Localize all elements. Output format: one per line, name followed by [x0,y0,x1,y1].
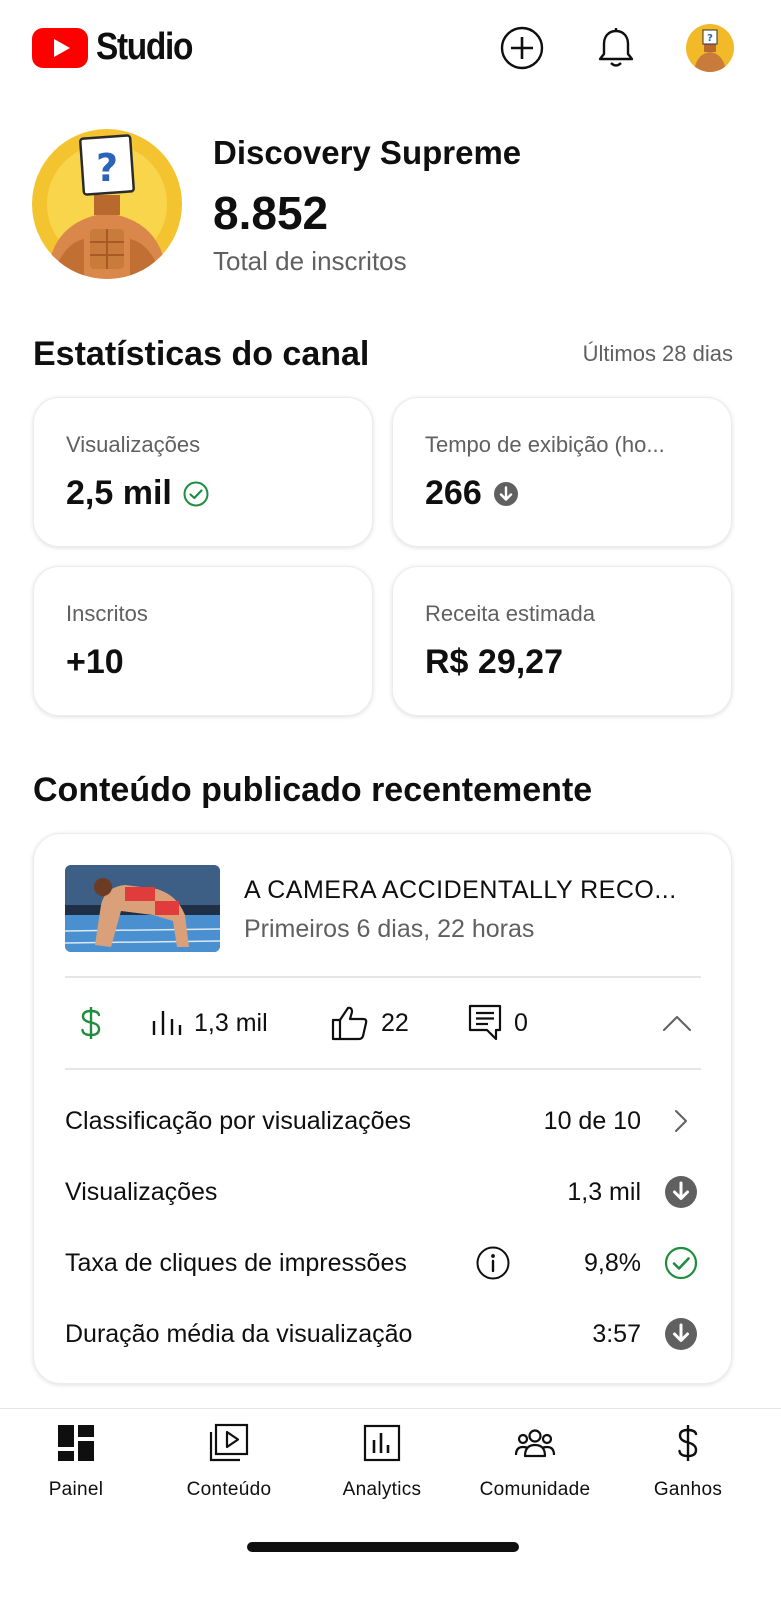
video-metrics-row: 1,3 mil 22 0 [34,977,733,1069]
dollar-icon [613,1421,763,1465]
svg-text:?: ? [707,33,713,44]
nav-label: Painel [48,1479,104,1500]
dashboard-icon [1,1421,151,1465]
stat-card-views[interactable]: Visualizações 2,5 mil [33,397,373,547]
chevron-right-icon [664,1104,698,1138]
chevron-up-icon[interactable] [662,977,692,1069]
video-thumbnail[interactable] [65,865,220,952]
detail-label: Classificação por visualizações [65,1107,411,1135]
detail-label: Duração média da visualização [65,1320,413,1348]
check-circle-icon [182,480,210,508]
stat-card-revenue[interactable]: Receita estimada R$ 29,27 [392,566,732,716]
recent-video-card: A CAMERA ACCIDENTALLY RECO... Primeiros … [33,833,732,1384]
stat-card-watch-time[interactable]: Tempo de exibição (ho... 266 [392,397,732,547]
stat-card-subscribers[interactable]: Inscritos +10 [33,566,373,716]
check-circle-icon [664,1246,698,1280]
detail-row-ctr: Taxa de cliques de impressões 9,8% [65,1243,701,1283]
channel-name: Discovery Supreme [213,134,522,171]
detail-value: 9,8% [584,1249,641,1277]
nav-item-comunidade[interactable]: Comunidade [460,1421,610,1501]
detail-row-views: Visualizações 1,3 mil [65,1172,701,1212]
views-metric: 1,3 mil [152,977,268,1069]
detail-row-ranking[interactable]: Classificação por visualizações 10 de 10 [65,1101,701,1141]
stat-value: 2,5 mil [66,474,210,513]
nav-item-painel[interactable]: Painel [1,1421,151,1501]
account-avatar[interactable]: ? [686,24,734,72]
detail-label: Visualizações [65,1178,218,1206]
comments-value: 0 [514,1008,528,1037]
stat-value-text: 266 [425,474,482,512]
comment-icon [468,1004,502,1041]
thumb-up-icon [331,1006,368,1041]
stat-value: +10 [66,643,124,681]
nav-item-ganhos[interactable]: Ganhos [613,1421,763,1501]
nav-item-conteudo[interactable]: Conteúdo [154,1421,304,1501]
nav-label: Comunidade [479,1479,591,1500]
bell-icon[interactable] [593,25,639,71]
detail-value: 3:57 [592,1320,641,1348]
views-value: 1,3 mil [194,1008,268,1037]
stat-label: Receita estimada [425,601,595,626]
nav-label: Conteúdo [186,1479,272,1500]
video-title[interactable]: A CAMERA ACCIDENTALLY RECO... [244,876,677,905]
stat-value-text: 2,5 mil [66,474,172,512]
detail-row-avg-duration: Duração média da visualização 3:57 [65,1314,701,1354]
channel-avatar[interactable]: ? [32,129,182,279]
arrow-down-circle-icon [492,480,520,508]
recent-section-title: Conteúdo publicado recentemente [33,771,593,809]
video-age: Primeiros 6 dias, 22 horas [244,915,535,943]
logo-text: Studio [96,26,193,68]
comments-metric: 0 [468,977,528,1069]
nav-item-analytics[interactable]: Analytics [307,1421,457,1501]
views-bar-icon [152,1011,182,1035]
likes-value: 22 [381,1008,409,1037]
nav-label: Ganhos [653,1479,723,1500]
nav-label: Analytics [342,1479,422,1500]
youtube-play-icon [32,27,88,68]
detail-value: 10 de 10 [543,1107,641,1135]
stats-range[interactable]: Últimos 28 dias [583,341,733,367]
divider [65,1068,701,1070]
detail-value: 1,3 mil [567,1178,641,1206]
monetization-icon [78,977,104,1069]
content-icon [154,1421,304,1465]
bottom-navigation: Painel Conteúdo Analytics Comunidade Gan… [0,1408,781,1600]
arrow-down-circle-icon [664,1317,698,1351]
stat-value: R$ 29,27 [425,643,563,681]
likes-metric: 22 [331,977,409,1069]
create-icon[interactable] [499,25,545,71]
stat-value: 266 [425,474,520,513]
community-icon [460,1421,610,1465]
stat-label: Tempo de exibição (ho... [425,432,665,457]
stat-label: Inscritos [66,601,148,626]
detail-label: Taxa de cliques de impressões [65,1249,407,1277]
svg-text:?: ? [96,146,118,190]
home-indicator[interactable] [247,1542,519,1552]
subscriber-label: Total de inscritos [213,246,407,276]
arrow-down-circle-icon [664,1175,698,1209]
subscriber-count: 8.852 [213,187,329,239]
info-icon[interactable] [475,1245,511,1288]
stat-label: Visualizações [66,432,201,457]
stats-section-title: Estatísticas do canal [33,335,370,373]
studio-logo[interactable]: Studio [32,26,205,69]
top-bar: Studio ? [0,0,781,96]
analytics-icon [307,1421,457,1465]
